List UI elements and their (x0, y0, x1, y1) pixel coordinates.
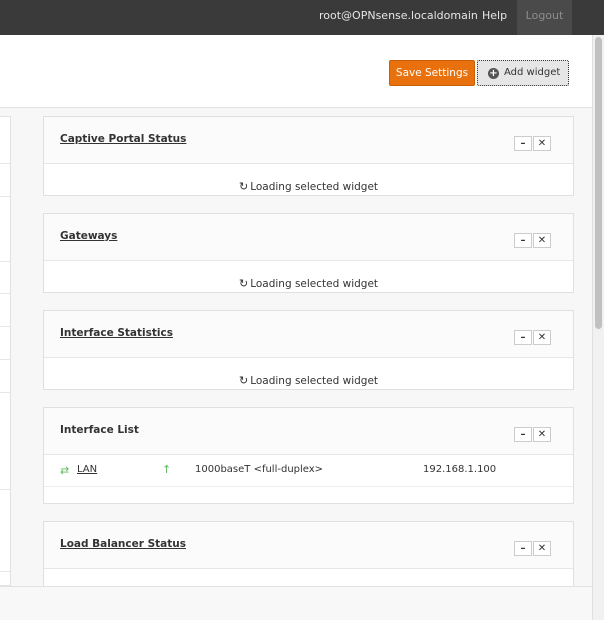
close-icon[interactable]: ✕ (533, 136, 551, 151)
page-footer (0, 586, 592, 620)
widget-loading: ↻ Loading selected widget (44, 358, 573, 387)
widget-title[interactable]: Captive Portal Status (60, 133, 186, 145)
minimize-icon[interactable]: – (514, 427, 532, 442)
top-navbar: root@OPNsense.localdomain Help Logout (0, 0, 604, 35)
page-scrollbar[interactable] (592, 35, 604, 620)
widget-interface-statistics: Interface Statistics – ✕ ↻ Loading select… (43, 310, 574, 390)
page-header: Save Settings + Add widget (0, 35, 592, 108)
widget-title: Interface List (60, 424, 139, 436)
refresh-icon: ↻ (238, 277, 249, 290)
widget-title[interactable]: Load Balancer Status (60, 538, 186, 550)
plus-circle-icon: + (488, 68, 499, 79)
widget-header: Interface Statistics – ✕ (44, 311, 573, 358)
widget-header: Interface List – ✕ (44, 408, 573, 455)
logout-link[interactable]: Logout (517, 0, 572, 35)
interface-ip: 192.168.1.100 (423, 464, 497, 475)
widget-captive-portal-status: Captive Portal Status – ✕ ↻ Loading selec… (43, 116, 574, 196)
minimize-icon[interactable]: – (514, 136, 532, 151)
user-menu-link[interactable]: root@OPNsense.localdomain (319, 9, 478, 22)
scrollbar-thumb[interactable] (595, 37, 602, 329)
close-icon[interactable]: ✕ (533, 233, 551, 248)
refresh-icon: ↻ (238, 180, 249, 193)
interface-link[interactable]: LAN (77, 464, 97, 475)
loading-text: Loading selected widget (250, 278, 379, 290)
close-icon[interactable]: ✕ (533, 541, 551, 556)
widget-title[interactable]: Gateways (60, 230, 117, 242)
widget-header: Gateways – ✕ (44, 214, 573, 261)
close-icon[interactable]: ✕ (533, 330, 551, 345)
minimize-icon[interactable]: – (514, 330, 532, 345)
save-settings-button[interactable]: Save Settings (389, 60, 475, 86)
loading-text: Loading selected widget (250, 375, 379, 387)
table-row: ⇄ LAN ↑ 1000baseT <full-duplex> 192.168.… (44, 455, 573, 487)
widget-interface-list: Interface List – ✕ ⇄ LAN ↑ 1000baseT <fu… (43, 407, 574, 504)
widget-header: Load Balancer Status – ✕ (44, 522, 573, 569)
loading-text: Loading selected widget (250, 181, 379, 193)
minimize-icon[interactable]: – (514, 541, 532, 556)
widget-loading: ↻ Loading selected widget (44, 164, 573, 193)
arrow-up-icon: ↑ (162, 463, 172, 476)
interface-media: 1000baseT <full-duplex> (195, 464, 324, 475)
add-widget-label: Add widget (504, 67, 561, 78)
help-link[interactable]: Help (482, 9, 507, 22)
refresh-icon: ↻ (238, 374, 249, 387)
widget-loading: ↻ Loading selected widget (44, 261, 573, 290)
minimize-icon[interactable]: – (514, 233, 532, 248)
widget-title[interactable]: Interface Statistics (60, 327, 173, 339)
widget-header: Captive Portal Status – ✕ (44, 117, 573, 164)
close-icon[interactable]: ✕ (533, 427, 551, 442)
add-widget-button[interactable]: + Add widget (477, 60, 569, 86)
left-widget-column (0, 116, 11, 586)
widget-load-balancer-status: Load Balancer Status – ✕ (43, 521, 574, 591)
widget-gateways: Gateways – ✕ ↻ Loading selected widget (43, 213, 574, 293)
transfer-icon: ⇄ (60, 464, 70, 477)
